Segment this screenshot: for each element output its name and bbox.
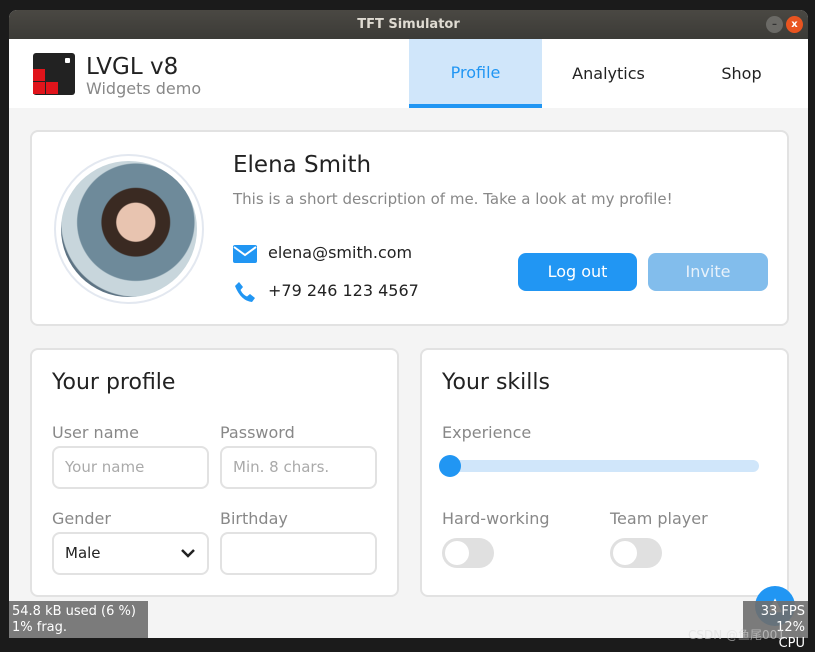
tab-shop[interactable]: Shop [675,39,808,108]
gender-label: Gender [52,509,111,528]
experience-label: Experience [442,423,532,442]
app-subtitle: Widgets demo [86,79,202,98]
invite-button[interactable]: Invite [648,253,768,291]
password-label: Password [220,423,295,442]
profile-card: Elena Smith This is a short description … [30,130,789,326]
teamplayer-switch[interactable] [610,538,662,568]
your-skills-title: Your skills [442,370,550,395]
your-skills-card: Your skills Experience Hard-working Team… [420,348,789,597]
gender-dropdown[interactable]: Male [52,532,209,575]
close-button[interactable]: x [786,16,803,33]
fps-value: 33 FPS [760,604,805,619]
birthday-label: Birthday [220,509,288,528]
birthday-input[interactable] [220,532,377,575]
profile-name: Elena Smith [233,152,372,178]
username-label: User name [52,423,139,442]
tab-profile[interactable]: Profile [409,39,542,108]
slider-knob[interactable] [439,455,461,477]
simulator-window: TFT Simulator – x LVGL v8 Widgets demo P… [9,10,808,638]
hardworking-label: Hard-working [442,509,550,528]
your-profile-title: Your profile [52,370,176,395]
logout-button[interactable]: Log out [518,253,637,291]
lvgl-logo [33,53,75,95]
your-profile-card: Your profile User name Password Your nam… [30,348,399,597]
profile-email: elena@smith.com [268,243,413,262]
phone-icon [235,282,255,302]
memory-frag: 1% frag. [12,620,68,635]
teamplayer-label: Team player [610,509,708,528]
app-title: LVGL v8 [86,54,179,80]
gender-value: Male [65,544,101,562]
app-header: LVGL v8 Widgets demo Profile Analytics S… [9,39,808,108]
chevron-down-icon [181,549,195,558]
avatar [54,154,204,304]
username-input[interactable]: Your name [52,446,209,489]
minimize-button[interactable]: – [766,16,783,33]
watermark: CSDN @鱼尾001 [688,628,785,642]
profile-phone: +79 246 123 4567 [268,281,419,300]
title-bar: TFT Simulator – x [9,10,808,39]
password-input[interactable]: Min. 8 chars. [220,446,377,489]
envelope-icon [233,245,257,263]
memory-used: 54.8 kB used (6 %) [12,604,136,619]
experience-slider[interactable] [439,455,759,477]
profile-description: This is a short description of me. Take … [233,190,673,208]
tab-analytics[interactable]: Analytics [542,39,675,108]
window-title: TFT Simulator [357,17,460,32]
memory-monitor: 54.8 kB used (6 %) 1% frag. [9,601,148,638]
hardworking-switch[interactable] [442,538,494,568]
